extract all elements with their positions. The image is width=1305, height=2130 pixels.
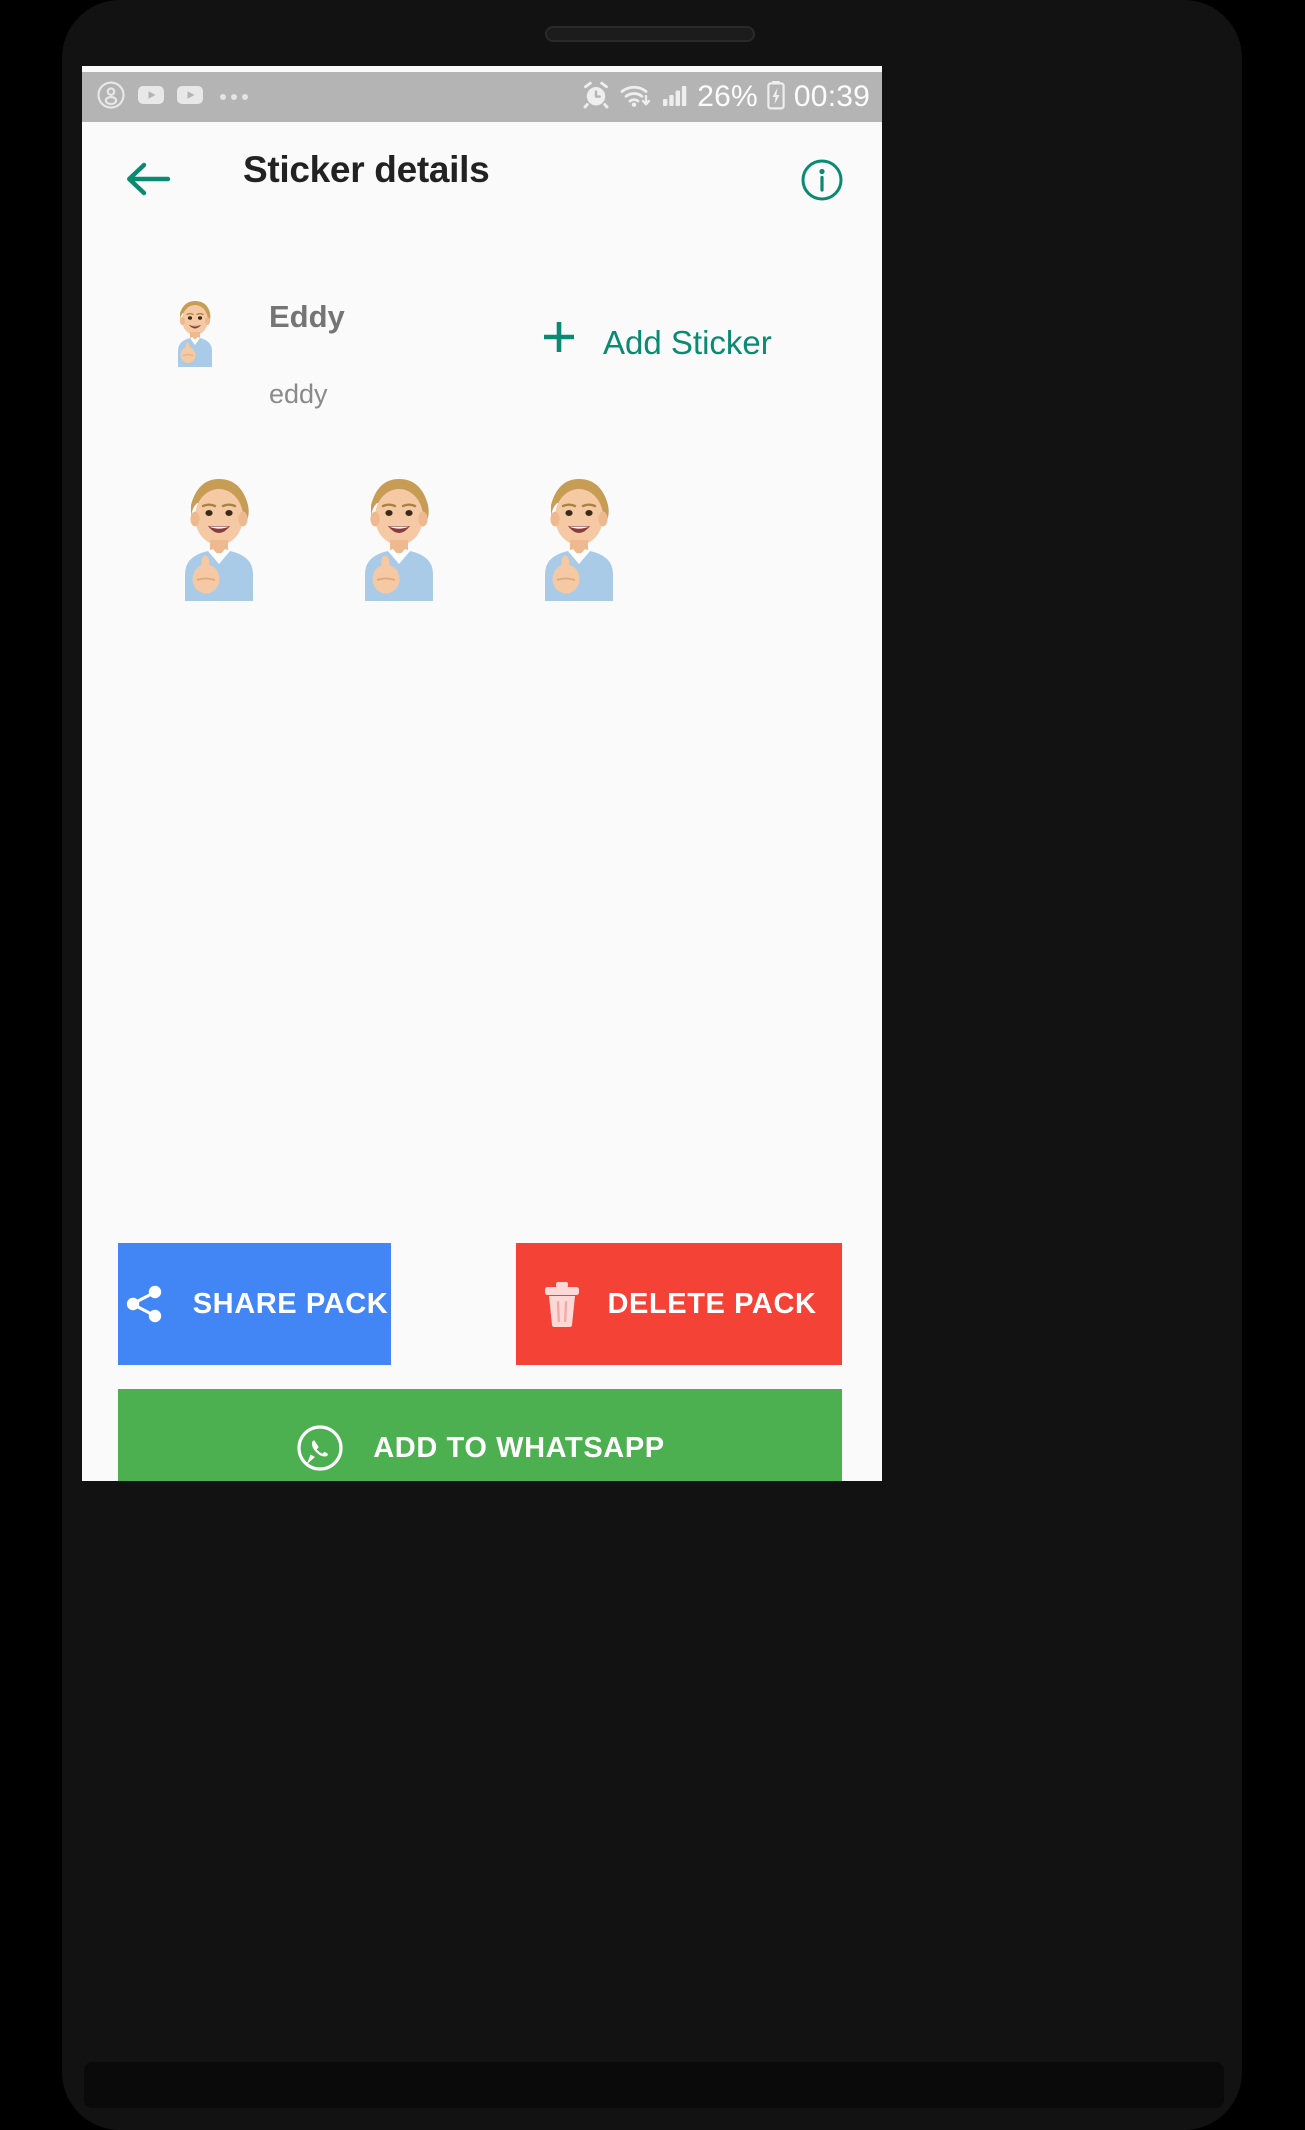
share-pack-label: SHARE PACK: [192, 1287, 389, 1320]
battery-percent-label: 26%: [697, 80, 758, 113]
phone-frame: 26% 00:39 Sticker details Eddy eddy Add …: [0, 0, 1305, 2130]
pack-header-row: Eddy eddy Add Sticker: [82, 281, 882, 421]
cellular-signal-icon: [661, 81, 689, 114]
alarm-clock-icon: [581, 80, 611, 115]
sticker-item[interactable]: [520, 466, 638, 601]
youtube-play-icon: [176, 83, 204, 112]
wifi-download-icon: [619, 80, 653, 115]
arrow-left-icon: [126, 162, 171, 196]
battery-charging-icon: [766, 80, 786, 115]
sticker-item[interactable]: [340, 466, 458, 601]
delete-pack-label: DELETE PACK: [607, 1287, 817, 1320]
whatsapp-icon: [295, 1423, 345, 1473]
status-bar-left-icons: [96, 80, 248, 115]
account-circle-icon: [96, 80, 126, 115]
add-sticker-label: Add Sticker: [603, 324, 772, 361]
page-title: Sticker details: [243, 149, 490, 190]
sticker-grid: [82, 466, 882, 601]
sticker-item[interactable]: [160, 466, 278, 601]
earpiece-speaker: [545, 26, 755, 42]
share-pack-button[interactable]: SHARE PACK: [118, 1243, 391, 1365]
phone-screen: 26% 00:39 Sticker details Eddy eddy Add …: [82, 66, 882, 1481]
pack-publisher: eddy: [269, 379, 328, 409]
trash-icon: [541, 1280, 583, 1328]
action-button-area: SHARE PACK DELETE PACK ADD TO WHATSAPP: [82, 1181, 882, 1481]
status-bar: 26% 00:39: [82, 72, 882, 122]
add-to-whatsapp-button[interactable]: ADD TO WHATSAPP: [118, 1389, 842, 1481]
add-to-whatsapp-label: ADD TO WHATSAPP: [373, 1431, 665, 1464]
info-circle-icon: [801, 159, 843, 201]
more-dots-icon: [220, 94, 248, 100]
status-bar-right-icons: 26% 00:39: [581, 80, 870, 115]
info-button[interactable]: [800, 158, 844, 202]
plus-icon: [537, 315, 581, 367]
pack-name: Eddy: [269, 299, 345, 334]
clock-label: 00:39: [793, 80, 870, 113]
share-icon: [121, 1281, 167, 1327]
youtube-play-icon: [137, 83, 165, 112]
back-button[interactable]: [122, 155, 174, 203]
add-sticker-button[interactable]: Add Sticker: [537, 317, 772, 369]
bottom-bezel: [84, 2062, 1224, 2108]
delete-pack-button[interactable]: DELETE PACK: [516, 1243, 842, 1365]
pack-thumbnail: [164, 295, 226, 367]
app-bar: Sticker details: [82, 122, 882, 236]
